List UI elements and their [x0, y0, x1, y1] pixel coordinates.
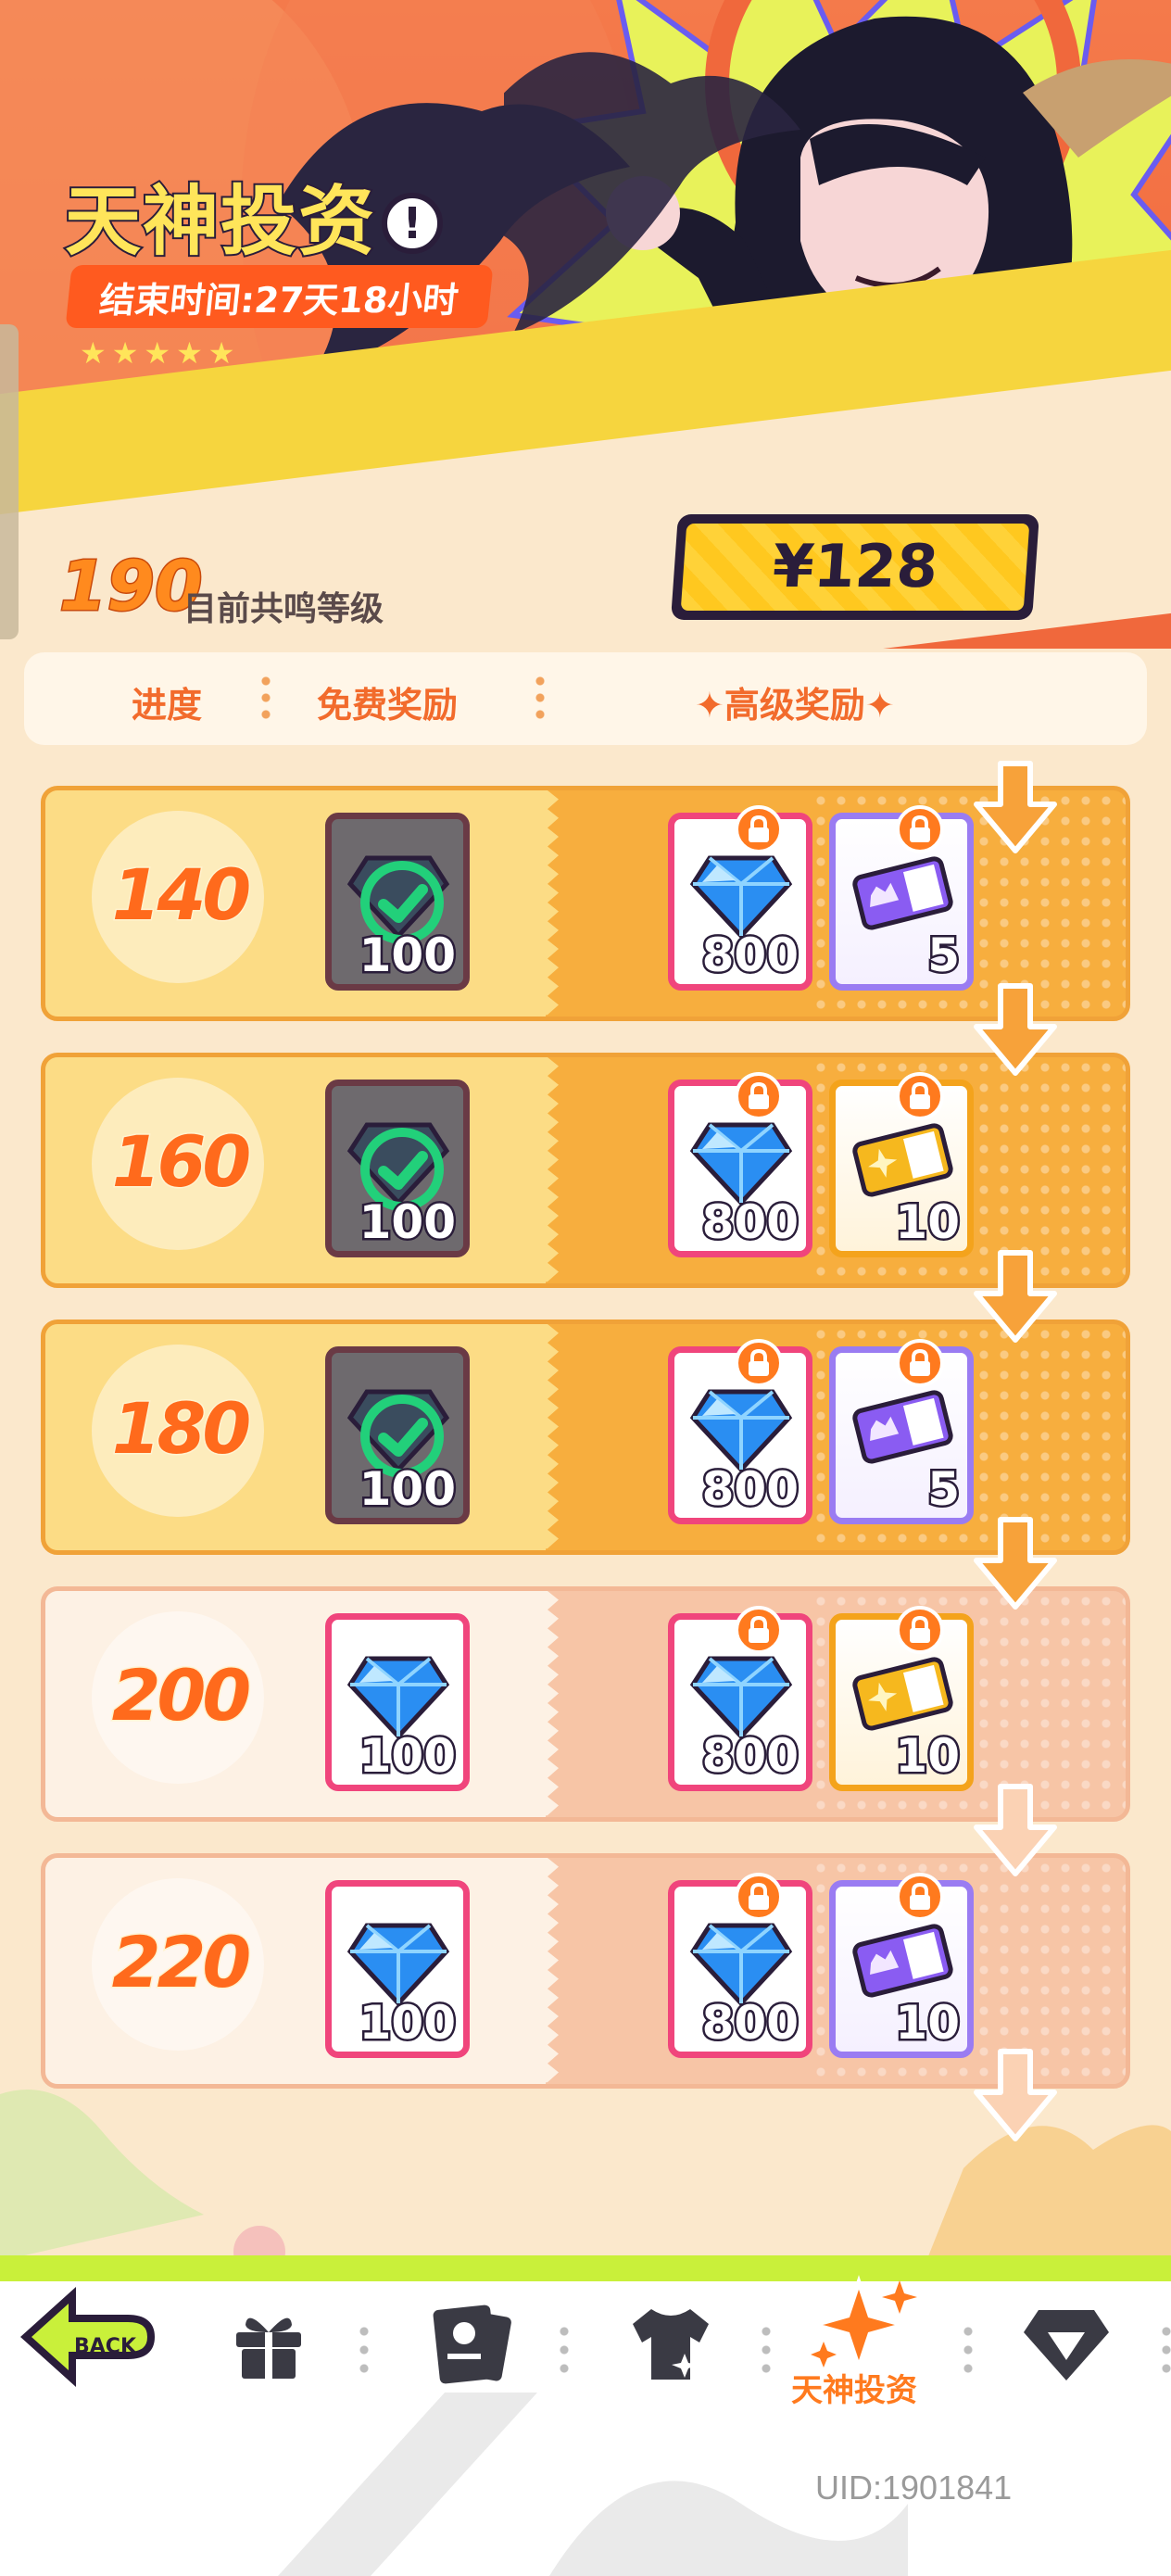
stars-decoration: ★★★★★ [80, 335, 241, 371]
free-reward-card[interactable]: 100 [325, 1880, 470, 2058]
info-icon[interactable]: ! [382, 193, 444, 254]
sparkle-icon [805, 2275, 917, 2375]
lock-icon [735, 1339, 783, 1387]
nav-outfit[interactable] [619, 2289, 721, 2400]
nav-top-border [0, 2255, 1171, 2283]
current-level-label: 目前共鸣等级 [183, 590, 384, 628]
reward-qty: 100 [357, 1460, 458, 1519]
progress-arrow-icon [974, 1517, 1057, 1610]
nav-gift[interactable] [222, 2289, 315, 2400]
lock-icon [735, 1072, 783, 1120]
purchase-button[interactable]: ¥128 [671, 514, 1039, 620]
lock-icon [896, 1339, 944, 1387]
reward-row[interactable]: 200 100 800 10 [41, 1586, 1130, 1822]
reward-table-header: 进度 免费奖励 ✦高级奖励✦ [24, 652, 1147, 745]
progress-arrow-icon [974, 1784, 1057, 1876]
free-reward-card[interactable]: 100 [325, 1346, 470, 1524]
card-icon [433, 2305, 511, 2384]
current-level: 190 [57, 546, 203, 628]
event-title: 天神投资! [63, 159, 444, 270]
back-button[interactable]: BACK [17, 2281, 156, 2393]
reward-qty: 800 [699, 1994, 800, 2052]
diamond-outline-icon [1024, 2310, 1109, 2380]
reward-qty: 100 [357, 927, 458, 985]
bottom-nav [0, 2281, 1171, 2576]
reward-qty: 800 [699, 927, 800, 985]
reward-qty: 10 [893, 1994, 963, 2052]
reward-qty: 5 [925, 927, 963, 985]
header-premium-rewards: ✦高级奖励✦ [695, 685, 895, 726]
nav-diamond[interactable] [1015, 2289, 1117, 2400]
lock-icon [896, 1873, 944, 1921]
progress-arrow-icon [974, 1250, 1057, 1343]
title-main: 天神 [63, 176, 221, 268]
reward-qty: 10 [893, 1193, 963, 1252]
reward-qty: 100 [357, 1193, 458, 1252]
free-reward-card[interactable]: 100 [325, 1080, 470, 1257]
free-reward-card[interactable]: 100 [325, 813, 470, 991]
shirt-icon [633, 2309, 709, 2380]
reward-row[interactable]: 140 100 800 5 [41, 786, 1130, 1021]
free-reward-card[interactable]: 100 [325, 1613, 470, 1791]
nav-active-label: 天神投资 [789, 2370, 919, 2411]
header-progress: 进度 [132, 685, 203, 726]
lock-icon [896, 1606, 944, 1654]
side-drawer-handle[interactable] [0, 324, 19, 639]
reward-row[interactable]: 180 100 800 5 [41, 1320, 1130, 1555]
progress-arrow-icon [974, 761, 1057, 853]
reward-qty: 100 [357, 1727, 458, 1786]
reward-qty: 10 [893, 1727, 963, 1786]
lock-icon [735, 805, 783, 853]
row-level: 140 [110, 852, 253, 938]
row-level: 180 [110, 1386, 253, 1471]
reward-row[interactable]: 160 100 800 10 [41, 1053, 1130, 1288]
price-label: ¥128 [680, 524, 1030, 611]
reward-qty: 800 [699, 1727, 800, 1786]
progress-arrow-icon [974, 983, 1057, 1076]
row-level: 220 [110, 1920, 253, 2005]
uid-label: UID:1901841 [815, 2469, 1013, 2507]
back-label: BACK [74, 2335, 137, 2358]
reward-qty: 5 [925, 1460, 963, 1519]
reward-qty: 800 [699, 1193, 800, 1252]
header-free-rewards: 免费奖励 [317, 685, 459, 726]
reward-qty: 100 [357, 1994, 458, 2052]
reward-row[interactable]: 220 100 800 10 [41, 1853, 1130, 2089]
lock-icon [735, 1873, 783, 1921]
gift-icon [236, 2317, 301, 2379]
row-level: 200 [110, 1653, 253, 1738]
progress-arrow-icon [974, 2049, 1057, 2141]
title-sub: 投资 [219, 176, 377, 268]
lock-icon [896, 1072, 944, 1120]
row-level: 160 [110, 1119, 253, 1205]
nav-card[interactable] [419, 2289, 521, 2400]
lock-icon [896, 805, 944, 853]
reward-qty: 800 [699, 1460, 800, 1519]
back-arrow-icon: BACK [20, 2287, 156, 2387]
end-time-badge: 结束时间:27天18小时 [65, 265, 494, 328]
lock-icon [735, 1606, 783, 1654]
